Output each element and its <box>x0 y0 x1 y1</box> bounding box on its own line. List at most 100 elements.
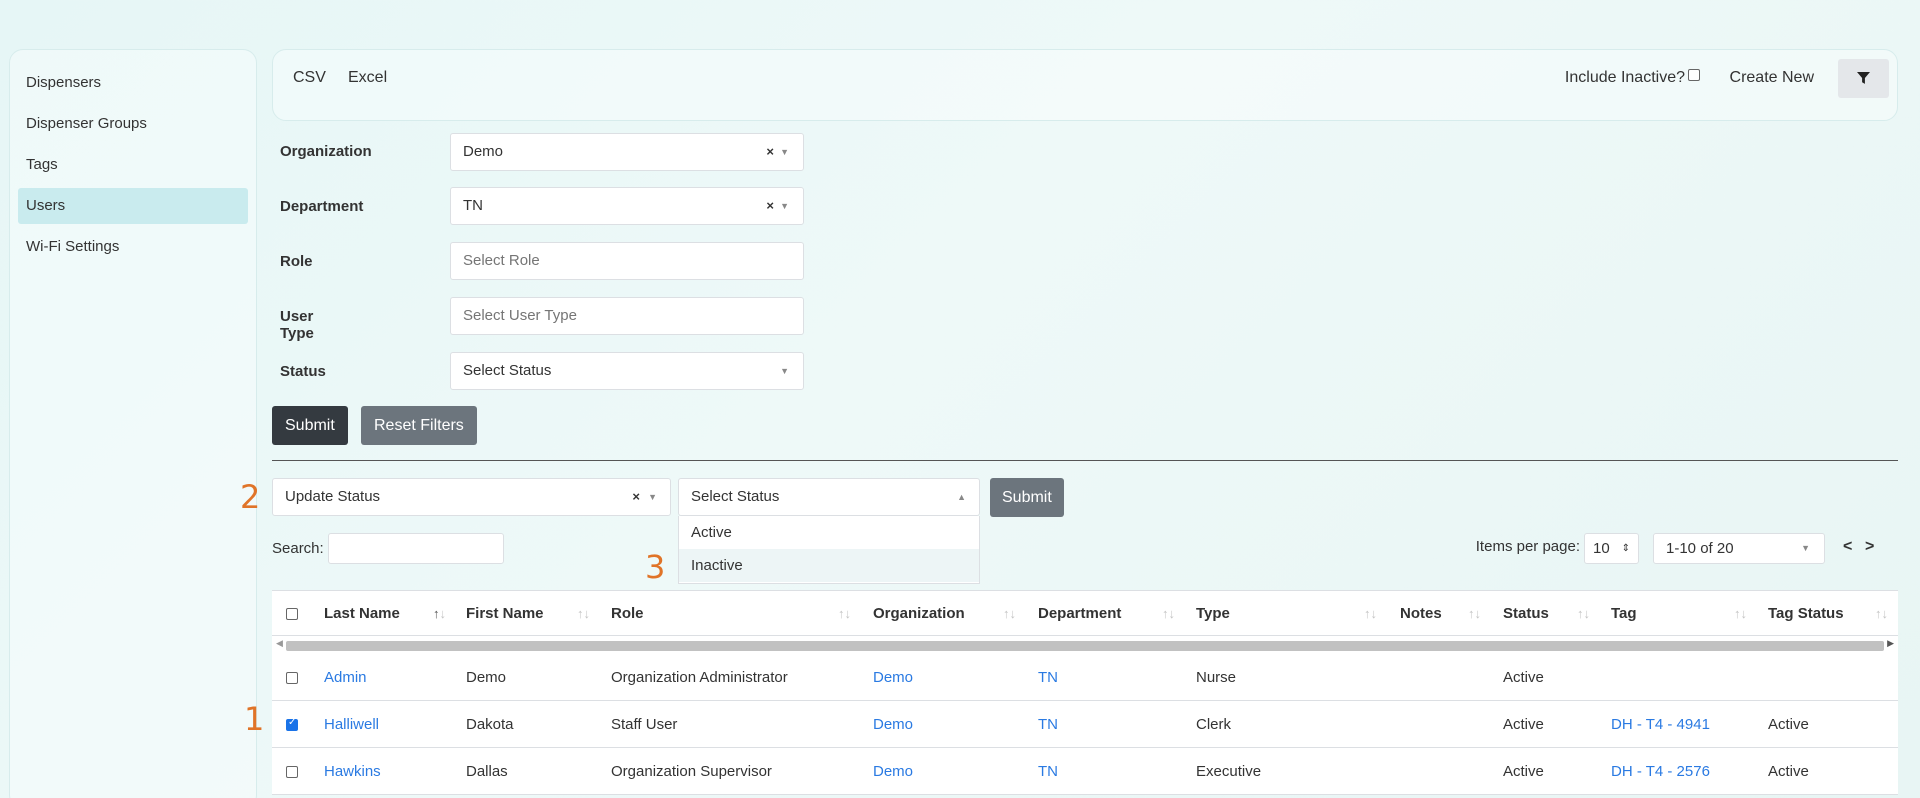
column-header-notes[interactable]: Notes <box>1400 591 1442 637</box>
organization-value: Demo <box>463 143 504 160</box>
department-select[interactable]: TN × ▼ <box>450 187 804 225</box>
include-inactive-checkbox[interactable] <box>1688 69 1700 81</box>
csv-button[interactable]: CSV <box>293 69 326 87</box>
column-header-tag[interactable]: Tag <box>1611 591 1637 637</box>
organization-link[interactable]: Demo <box>873 748 913 795</box>
bulk-action-select[interactable]: Update Status × ▼ <box>272 478 671 516</box>
type-cell: Clerk <box>1196 716 1232 733</box>
page-range-select[interactable]: 1-10 of 20 ▼ <box>1653 533 1825 564</box>
column-header-role[interactable]: Role <box>611 591 644 637</box>
last-name-link[interactable]: Halliwell <box>324 701 379 748</box>
sidebar-item-wifi-settings[interactable]: Wi-Fi Settings <box>18 229 248 265</box>
row-checkbox[interactable] <box>286 766 298 778</box>
sort-icon[interactable]: ↑↓ <box>577 591 590 637</box>
dropdown-option-inactive[interactable]: Inactive <box>679 549 979 582</box>
tag-link[interactable]: DH - T4 - 2576 <box>1611 748 1710 795</box>
row-checkbox[interactable] <box>286 717 298 731</box>
role-input[interactable]: Select Role <box>450 242 804 280</box>
sort-icon[interactable]: ↑↓ <box>1734 591 1747 637</box>
role-cell: Organization Supervisor <box>611 763 772 780</box>
row-checkbox[interactable] <box>286 672 298 684</box>
bulk-status-select[interactable]: Select Status ▲ <box>678 478 980 516</box>
reset-filters-button[interactable]: Reset Filters <box>361 406 477 445</box>
sort-icon[interactable]: ↑↓ <box>1577 591 1590 637</box>
user-type-input[interactable]: Select User Type <box>450 297 804 335</box>
filter-icon <box>1857 72 1870 84</box>
sort-icon[interactable]: ↑↓ <box>838 591 851 637</box>
department-link[interactable]: TN <box>1038 748 1058 795</box>
filter-button[interactable] <box>1838 59 1889 98</box>
chevron-down-icon[interactable]: ▼ <box>780 188 789 224</box>
tag-link[interactable]: DH - T4 - 4941 <box>1611 701 1710 748</box>
items-per-page-label: Items per page: <box>1475 538 1580 555</box>
excel-button[interactable]: Excel <box>348 69 387 87</box>
chevron-down-icon[interactable]: ▼ <box>1801 534 1810 563</box>
type-cell: Executive <box>1196 763 1262 780</box>
column-header-type[interactable]: Type <box>1196 591 1230 637</box>
horizontal-scrollbar[interactable]: ◀ ▶ <box>272 636 1898 654</box>
sidebar-item-tags[interactable]: Tags <box>18 147 248 183</box>
sidebar-item-dispensers[interactable]: Dispensers <box>18 65 248 101</box>
chevron-down-icon[interactable]: ▼ <box>780 134 789 170</box>
page-range-value: 1-10 of 20 <box>1666 540 1734 557</box>
clear-icon[interactable]: × <box>632 479 640 515</box>
sort-ascending-icon[interactable]: ↑↓ <box>433 591 446 637</box>
items-per-page-select[interactable]: 10 ⇕ <box>1584 533 1639 564</box>
annotation-marker-1: 1 <box>244 700 265 738</box>
status-placeholder: Select Status <box>463 362 552 379</box>
annotation-marker-2: 2 <box>240 478 261 516</box>
sidebar-item-users[interactable]: Users <box>18 188 248 224</box>
create-new-button[interactable]: Create New <box>1730 69 1814 87</box>
last-name-link[interactable]: Hawkins <box>324 748 381 795</box>
scroll-left-icon[interactable]: ◀ <box>276 638 283 649</box>
last-name-link[interactable]: Admin <box>324 654 367 701</box>
chevron-down-icon[interactable]: ▼ <box>648 479 657 515</box>
sort-icon[interactable]: ↑↓ <box>1003 591 1016 637</box>
organization-label: Organization <box>280 143 372 160</box>
department-label: Department <box>280 198 364 215</box>
status-cell: Active <box>1503 716 1544 733</box>
department-link[interactable]: TN <box>1038 654 1058 701</box>
users-table: Last Name ↑↓ First Name ↑↓ Role ↑↓ Organ… <box>272 590 1898 795</box>
department-link[interactable]: TN <box>1038 701 1058 748</box>
organization-link[interactable]: Demo <box>873 654 913 701</box>
scrollbar-thumb[interactable] <box>286 641 1884 651</box>
status-select[interactable]: Select Status ▼ <box>450 352 804 390</box>
sidebar-item-dispenser-groups[interactable]: Dispenser Groups <box>18 106 248 142</box>
items-per-page-value: 10 <box>1593 540 1610 557</box>
include-inactive-toggle[interactable]: Include Inactive? <box>1565 69 1700 87</box>
prev-page-button[interactable]: < <box>1843 538 1852 556</box>
search-input[interactable] <box>328 533 504 564</box>
filter-submit-button[interactable]: Submit <box>272 406 348 445</box>
column-header-tag-status[interactable]: Tag Status <box>1768 591 1844 637</box>
first-name-cell: Dallas <box>466 763 508 780</box>
annotation-marker-3: 3 <box>645 548 666 586</box>
select-all-checkbox[interactable] <box>286 608 298 620</box>
sort-icon[interactable]: ↑↓ <box>1162 591 1175 637</box>
chevron-down-icon[interactable]: ▼ <box>780 353 789 389</box>
status-label: Status <box>280 363 326 380</box>
scroll-right-icon[interactable]: ▶ <box>1887 638 1894 649</box>
clear-icon[interactable]: × <box>766 134 774 170</box>
dropdown-option-active[interactable]: Active <box>679 516 979 549</box>
bulk-submit-button[interactable]: Submit <box>990 478 1064 517</box>
chevron-up-icon[interactable]: ▲ <box>957 479 966 515</box>
sort-icon[interactable]: ↑↓ <box>1468 591 1481 637</box>
table-row: Halliwell Dakota Staff User Demo TN Cler… <box>272 701 1898 748</box>
column-header-department[interactable]: Department <box>1038 591 1121 637</box>
column-header-last-name[interactable]: Last Name <box>324 591 400 637</box>
organization-select[interactable]: Demo × ▼ <box>450 133 804 171</box>
clear-icon[interactable]: × <box>766 188 774 224</box>
status-dropdown-menu: Active Inactive <box>678 516 980 584</box>
first-name-cell: Demo <box>466 669 507 686</box>
table-header: Last Name ↑↓ First Name ↑↓ Role ↑↓ Organ… <box>272 590 1898 636</box>
column-header-status[interactable]: Status <box>1503 591 1549 637</box>
organization-link[interactable]: Demo <box>873 701 913 748</box>
include-inactive-label: Include Inactive? <box>1564 69 1685 86</box>
table-row: Admin Demo Organization Administrator De… <box>272 654 1898 701</box>
next-page-button[interactable]: > <box>1865 538 1874 556</box>
sort-icon[interactable]: ↑↓ <box>1875 591 1888 637</box>
column-header-first-name[interactable]: First Name <box>466 591 544 637</box>
column-header-organization[interactable]: Organization <box>873 591 965 637</box>
sort-icon[interactable]: ↑↓ <box>1364 591 1377 637</box>
